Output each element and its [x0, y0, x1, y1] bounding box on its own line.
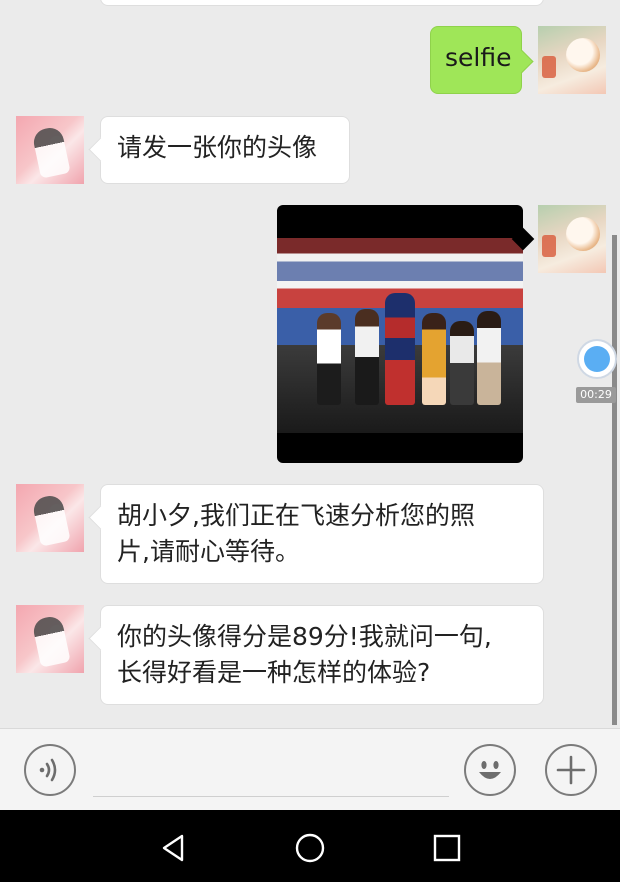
scroll-time-label: 00:29 — [576, 387, 616, 403]
voice-wave-icon — [39, 758, 57, 782]
navigation-bar — [0, 810, 620, 882]
scrollbar-handle[interactable] — [577, 339, 617, 379]
user-avatar[interactable] — [538, 205, 606, 273]
received-message-bubble[interactable]: 你的头像得分是89分!我就问一句, 长得好看是一种怎样的体验? — [100, 605, 544, 705]
circle-home-icon — [295, 833, 325, 863]
message-text-line: 长得好看是一种怎样的体验? — [117, 658, 431, 687]
more-button[interactable] — [545, 744, 597, 796]
message-text-line: 片,请耐心等待。 — [117, 537, 300, 566]
voice-button[interactable] — [24, 744, 76, 796]
plus-icon — [556, 755, 586, 785]
scrollbar-track[interactable] — [612, 235, 617, 725]
message-text: 请发一张你的头像 — [117, 133, 318, 162]
group-photo-image — [277, 238, 523, 433]
received-message-bubble[interactable]: 胡小夕,我们正在飞速分析您的照 片,请耐心等待。 — [100, 484, 544, 584]
message-text-line: 胡小夕,我们正在飞速分析您的照 — [117, 501, 475, 530]
chat-area: selfie 请发一张你的头像 胡小夕,我们正在飞速分析您的照 片,请耐心等待。… — [0, 0, 620, 728]
message-input[interactable] — [93, 796, 449, 797]
triangle-back-icon — [162, 834, 184, 862]
user-avatar[interactable] — [538, 26, 606, 94]
received-message-bubble[interactable]: 请发一张你的头像 — [100, 116, 350, 184]
sent-message-bubble[interactable]: selfie — [430, 26, 522, 94]
message-text-line: 你的头像得分是89分!我就问一句, — [117, 622, 492, 651]
home-button[interactable] — [290, 828, 330, 868]
emoji-button[interactable] — [464, 744, 516, 796]
bot-avatar[interactable] — [16, 484, 84, 552]
message-text: selfie — [445, 43, 512, 72]
recents-button[interactable] — [427, 828, 467, 868]
square-recents-icon — [433, 834, 461, 862]
bot-avatar[interactable] — [16, 116, 84, 184]
back-button[interactable] — [154, 828, 194, 868]
smiley-icon — [479, 761, 501, 779]
bot-avatar[interactable] — [16, 605, 84, 673]
previous-message-bubble — [100, 0, 544, 6]
sent-image-message[interactable] — [277, 205, 523, 463]
input-bar — [0, 728, 620, 811]
